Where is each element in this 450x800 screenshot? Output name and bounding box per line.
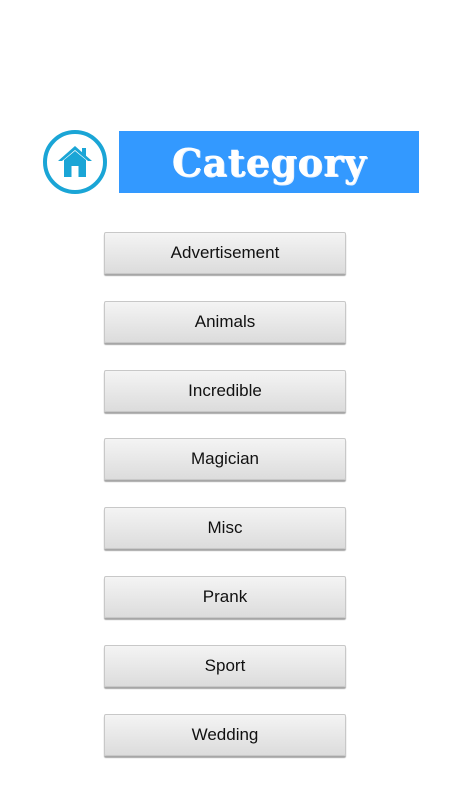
category-button-misc[interactable]: Misc — [104, 507, 346, 550]
category-button-prank[interactable]: Prank — [104, 575, 346, 618]
category-button-wedding[interactable]: Wedding — [104, 713, 346, 756]
header: Category — [43, 130, 419, 194]
category-button-animals[interactable]: Animals — [104, 300, 346, 343]
title-banner: Category — [119, 131, 419, 193]
category-button-advertisement[interactable]: Advertisement — [104, 232, 346, 274]
category-button-incredible[interactable]: Incredible — [104, 369, 346, 412]
category-button-sport[interactable]: Sport — [104, 644, 346, 687]
category-button-magician[interactable]: Magician — [104, 438, 346, 481]
page-title: Category — [171, 139, 367, 185]
home-button[interactable] — [43, 130, 107, 194]
home-icon — [58, 146, 92, 177]
category-screen: Category Advertisement Animals Incredibl… — [0, 0, 450, 800]
category-list: Advertisement Animals Incredible Magicia… — [104, 232, 346, 782]
